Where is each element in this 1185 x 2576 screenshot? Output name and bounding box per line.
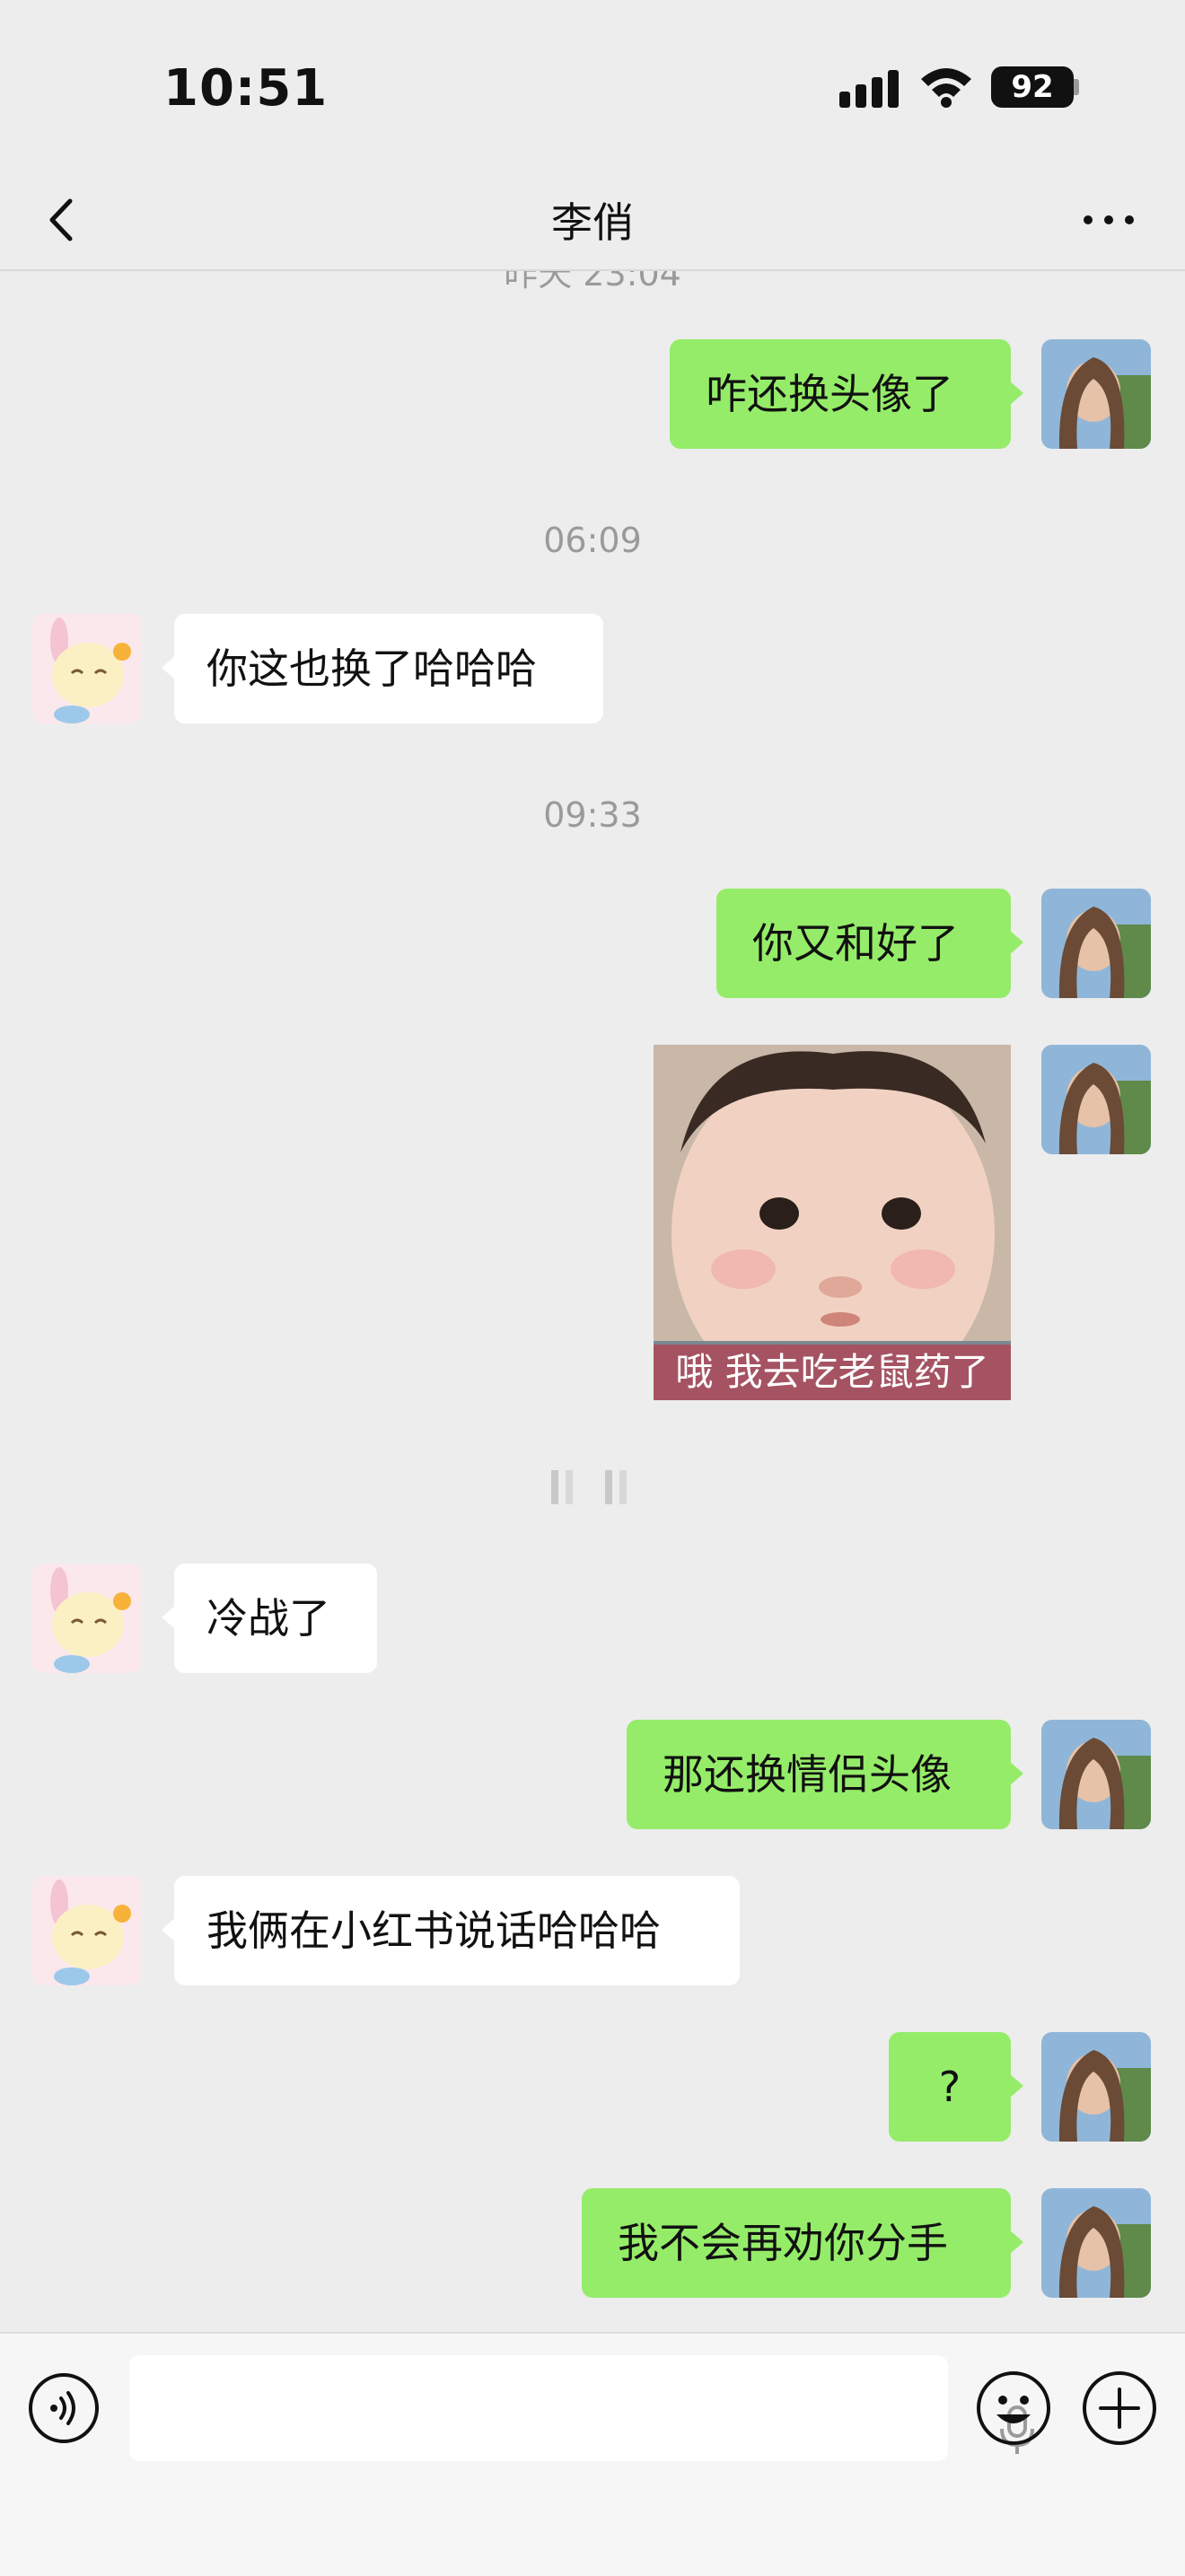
bubble-tail [162, 1605, 176, 1630]
message-bubble-sent[interactable]: 咋还换头像了 [670, 339, 1023, 449]
bubble-tail [1009, 2073, 1023, 2098]
message-list[interactable]: 昨天 23:04 咋还换头像了 06:09 你这也换了哈哈哈 09:33 你又和… [0, 271, 1185, 2332]
bubble-tail [1009, 1761, 1023, 1786]
timestamp: 06:09 [543, 521, 642, 560]
message-bubble-sent[interactable]: 我不会再劝你分手 [582, 2188, 1023, 2298]
self-avatar-image [1041, 2032, 1151, 2142]
emoji-icon[interactable] [975, 2370, 1052, 2447]
message-bubble-sent[interactable]: 你又和好了 [716, 889, 1023, 998]
message-bubble-sent[interactable]: 那还换情侣头像 [627, 1720, 1023, 1829]
battery-cap [1074, 79, 1079, 95]
message-bubble-received[interactable]: 你这也换了哈哈哈 [162, 614, 603, 723]
wifi-icon [921, 68, 971, 108]
self-avatar[interactable] [1041, 2188, 1151, 2298]
message-bubble-sent[interactable]: ? [889, 2032, 1023, 2142]
input-toolbar [0, 2332, 1185, 2576]
chat-title: 李俏 [551, 198, 634, 247]
bubble-tail [162, 1917, 176, 1942]
message-text: 你这也换了哈哈哈 [206, 644, 537, 693]
voice-input-icon[interactable] [27, 2371, 101, 2445]
contact-avatar[interactable] [32, 1564, 142, 1673]
self-avatar[interactable] [1041, 339, 1151, 449]
contact-avatar[interactable] [32, 614, 142, 723]
message-text: 你又和好了 [752, 919, 959, 968]
message-text: ? [938, 2063, 961, 2111]
message-text: 冷战了 [206, 1594, 330, 1643]
self-avatar[interactable] [1041, 1045, 1151, 1154]
self-avatar[interactable] [1041, 889, 1151, 998]
more-ellipsis-icon[interactable] [1077, 197, 1140, 242]
battery-indicator: 92 [991, 66, 1074, 108]
status-time: 10:51 [163, 59, 329, 118]
contact-avatar-image [32, 1876, 142, 1985]
self-avatar-image [1041, 2188, 1151, 2298]
message-input[interactable] [129, 2355, 1034, 2461]
bubble-tail [1009, 2230, 1023, 2255]
self-avatar-image [1041, 1045, 1151, 1154]
status-bar: 10:51 92 [0, 0, 1185, 171]
message-text: 我俩在小红书说话哈哈哈 [206, 1906, 661, 1955]
loading-indicator-icon [551, 1470, 627, 1504]
message-text: 我不会再劝你分手 [618, 2219, 948, 2267]
sticker-caption: 哦 我去吃老鼠药了 [654, 1345, 1011, 1400]
bubble-tail [1009, 930, 1023, 955]
bubble-tail [162, 655, 176, 680]
plus-circle-icon[interactable] [1081, 2370, 1158, 2447]
message-text: 那还换情侣头像 [663, 1750, 952, 1799]
self-avatar-image [1041, 339, 1151, 449]
contact-avatar-image [32, 614, 142, 723]
self-avatar-image [1041, 889, 1151, 998]
contact-avatar[interactable] [32, 1876, 142, 1985]
bubble-tail [1009, 381, 1023, 406]
message-bubble-received[interactable]: 冷战了 [162, 1564, 377, 1673]
timestamp: 昨天 23:04 [504, 271, 681, 294]
timestamp: 09:33 [543, 795, 642, 835]
self-avatar[interactable] [1041, 1720, 1151, 1829]
message-bubble-received[interactable]: 我俩在小红书说话哈哈哈 [162, 1876, 740, 1985]
contact-avatar-image [32, 1564, 142, 1673]
sticker-image-message[interactable]: 哦 我去吃老鼠药了 [654, 1045, 1011, 1400]
self-avatar-image [1041, 1720, 1151, 1829]
message-text: 咋还换头像了 [706, 370, 953, 418]
chat-header: 李俏 [0, 171, 1185, 271]
self-avatar[interactable] [1041, 2032, 1151, 2142]
